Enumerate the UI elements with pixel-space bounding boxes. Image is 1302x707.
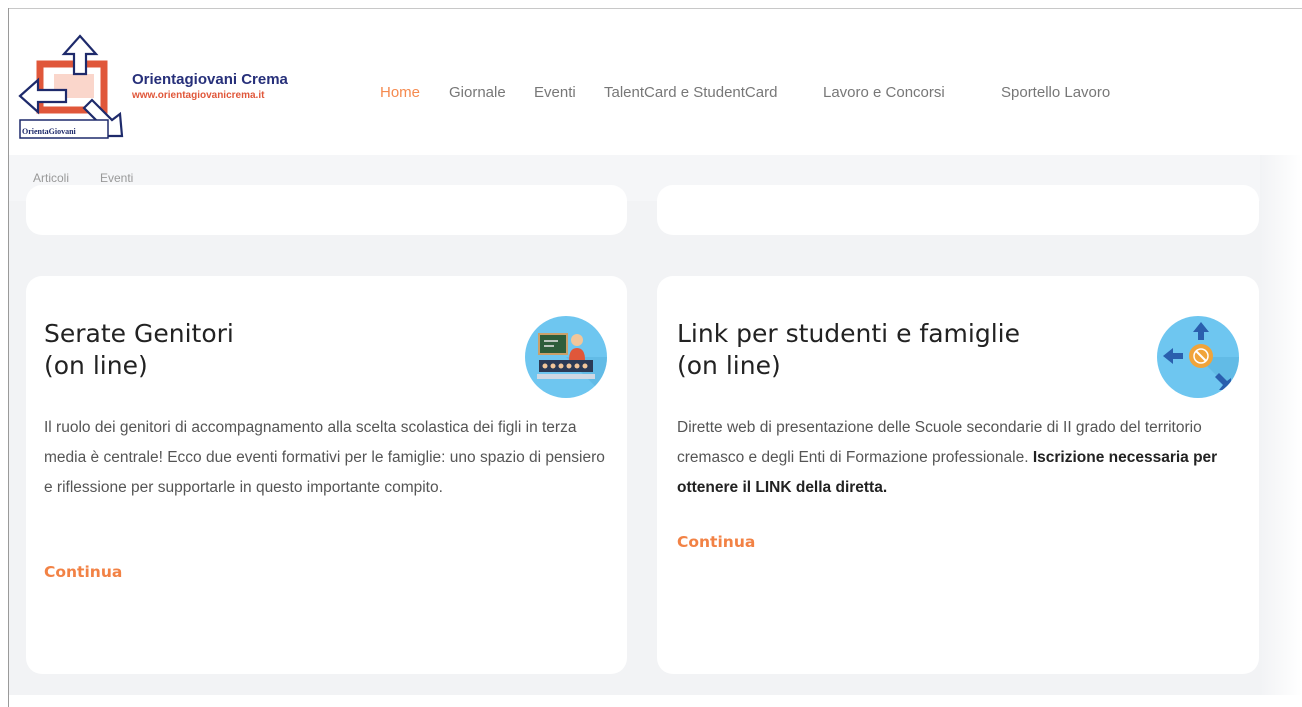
subnav-item-eventi[interactable]: Eventi	[100, 171, 133, 185]
card-link-studenti-famiglie: Link per studenti e famiglie (on line) D…	[657, 276, 1259, 674]
nav-item-eventi[interactable]: Eventi	[534, 84, 576, 101]
arrows-logo-icon	[18, 34, 124, 139]
card-previous-left	[26, 185, 627, 235]
page: Orientagiovani Crema www.orientagiovanic…	[0, 0, 1302, 707]
card-title: Link per studenti e famiglie (on line)	[677, 318, 1020, 382]
card-title: Serate Genitori (on line)	[44, 318, 234, 382]
card-body: Dirette web di presentazione delle Scuol…	[677, 413, 1247, 503]
card-title-line2: (on line)	[44, 351, 148, 380]
teacher-presentation-icon	[525, 316, 607, 398]
subnav-item-articoli[interactable]: Articoli	[33, 171, 69, 185]
compass-arrows-icon	[1157, 316, 1239, 398]
card-serate-genitori: Serate Genitori (on line) Il ruolo dei g…	[26, 276, 627, 674]
card-title-line1: Serate Genitori	[44, 319, 234, 348]
logo-brand: OrientaGiovani	[22, 127, 76, 136]
card-title-line2: (on line)	[677, 351, 781, 380]
site-logo[interactable]: Orientagiovani Crema www.orientagiovanic…	[18, 34, 308, 144]
nav-item-talentcard[interactable]: TalentCard e StudentCard	[604, 84, 777, 101]
continua-link[interactable]: Continua	[44, 563, 122, 581]
content-edge	[1260, 155, 1302, 695]
continua-link[interactable]: Continua	[677, 533, 755, 551]
card-body: Il ruolo dei genitori di accompagnamento…	[44, 419, 605, 496]
card-previous-right	[657, 185, 1259, 235]
nav-item-giornale[interactable]: Giornale	[449, 84, 506, 101]
logo-title: Orientagiovani Crema	[132, 71, 288, 88]
logo-url: www.orientagiovanicrema.it	[132, 90, 265, 101]
nav-item-home[interactable]: Home	[380, 84, 420, 101]
nav-item-lavoro-concorsi[interactable]: Lavoro e Concorsi	[823, 84, 945, 101]
nav-item-sportello-lavoro[interactable]: Sportello Lavoro	[1001, 84, 1110, 101]
card-title-line1: Link per studenti e famiglie	[677, 319, 1020, 348]
